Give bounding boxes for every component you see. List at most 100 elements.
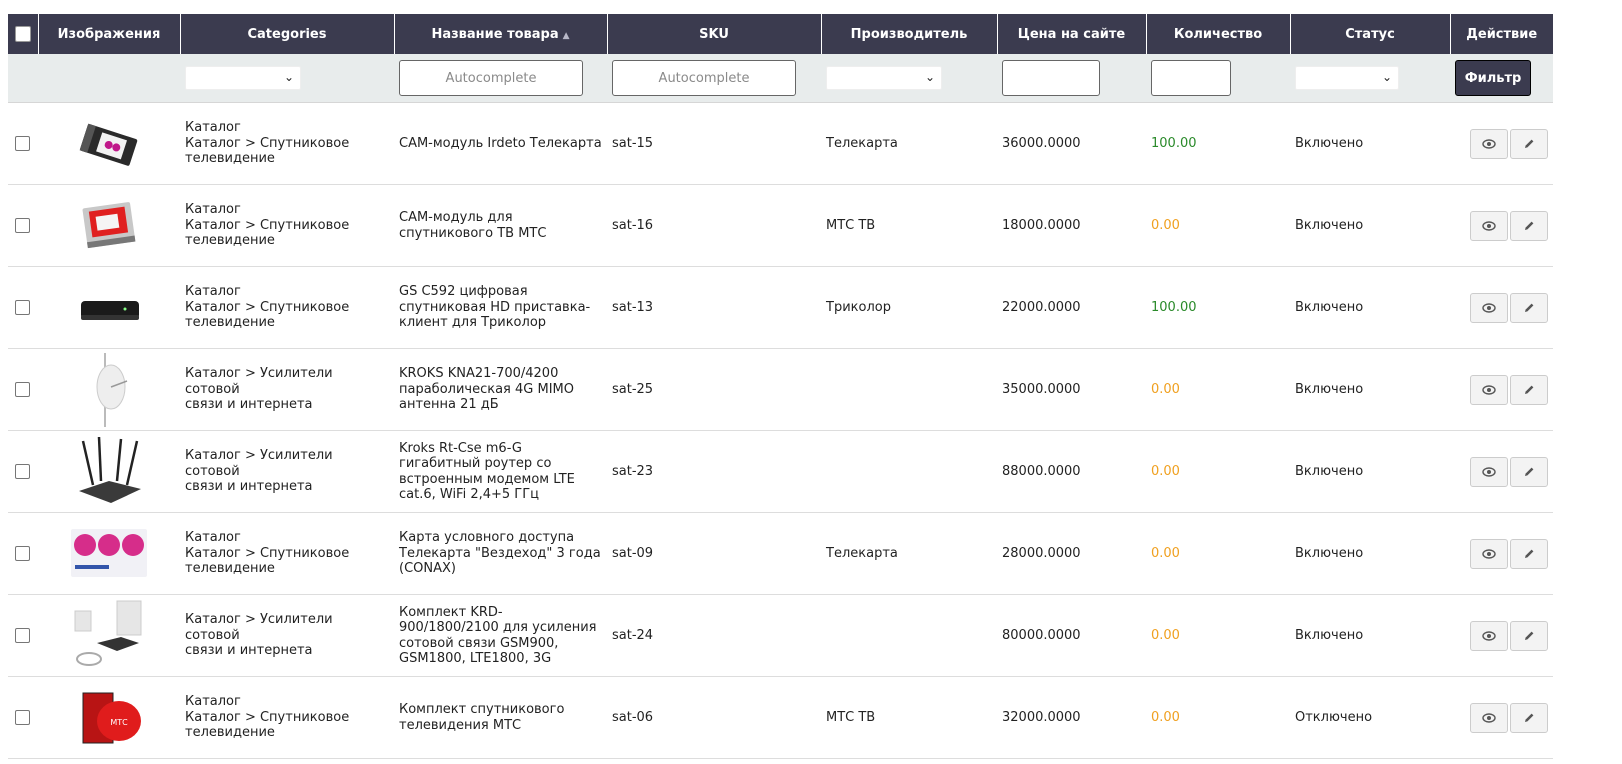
edit-button[interactable] <box>1510 702 1548 733</box>
eye-icon <box>1482 302 1496 313</box>
table-row: МТС Каталог Каталог > Спутниковое телеви… <box>8 676 1553 759</box>
row-sku: sat-09 <box>607 512 821 595</box>
row-checkbox[interactable] <box>15 381 30 397</box>
row-status: Включено <box>1290 102 1450 185</box>
row-name: KROKS KNA21-700/4200 параболическая 4G M… <box>394 348 607 431</box>
row-price: 88000.0000 <box>997 430 1146 513</box>
category-line: Каталог > Спутниковое <box>185 135 350 151</box>
category-line: телевидение <box>185 233 275 249</box>
category-line: Каталог > Спутниковое <box>185 709 350 725</box>
category-line: Каталог <box>185 694 241 710</box>
eye-icon <box>1482 630 1496 641</box>
row-manufacturer: МТС ТВ <box>821 184 997 267</box>
row-checkbox[interactable] <box>15 299 30 315</box>
row-select-cell <box>8 184 38 267</box>
table-row: Каталог Каталог > Спутниковое телевидени… <box>8 102 1553 185</box>
pencil-icon <box>1525 713 1534 722</box>
col-images: Изображения <box>38 14 181 54</box>
row-status: Отключено <box>1290 676 1450 759</box>
edit-button[interactable] <box>1510 292 1548 323</box>
row-actions <box>1450 430 1553 513</box>
row-actions <box>1450 676 1553 759</box>
view-button[interactable] <box>1470 702 1508 733</box>
col-name[interactable]: Название товара ▲ <box>394 14 608 54</box>
table-row: Каталог > Усилители сотовой связи и инте… <box>8 594 1553 677</box>
category-line: телевидение <box>185 151 275 167</box>
eye-icon <box>1482 466 1496 477</box>
quantity-filter-input[interactable] <box>1151 60 1231 96</box>
pencil-icon <box>1525 631 1534 640</box>
row-price: 22000.0000 <box>997 266 1146 349</box>
view-button[interactable] <box>1470 374 1508 405</box>
manufacturer-filter-select[interactable]: ⌄ <box>826 66 942 90</box>
table-row: Каталог > Усилители сотовой связи и инте… <box>8 430 1553 513</box>
set-top-box-icon <box>43 269 175 347</box>
sku-filter-input[interactable]: Autocomplete <box>612 60 796 96</box>
pencil-icon <box>1525 221 1534 230</box>
status-filter-select[interactable]: ⌄ <box>1295 66 1399 90</box>
row-quantity: 100.00 <box>1146 102 1290 185</box>
sort-asc-icon: ▲ <box>562 30 570 41</box>
category-line: телевидение <box>185 315 275 331</box>
select-all-checkbox[interactable] <box>14 26 31 42</box>
col-quantity: Количество <box>1146 14 1291 54</box>
row-categories: Каталог Каталог > Спутниковое телевидени… <box>180 102 394 185</box>
satellite-kit-icon: МТС <box>43 679 175 757</box>
table-header: Изображения Categories Название товара ▲ … <box>8 14 1553 54</box>
view-button[interactable] <box>1470 210 1508 241</box>
name-filter-input[interactable]: Autocomplete <box>399 60 583 96</box>
row-sku: sat-06 <box>607 676 821 759</box>
view-button[interactable] <box>1470 292 1508 323</box>
view-button[interactable] <box>1470 456 1508 487</box>
row-actions <box>1450 348 1553 431</box>
row-status: Включено <box>1290 594 1450 677</box>
row-select-cell <box>8 512 38 595</box>
category-filter-select[interactable]: ⌄ <box>185 66 301 90</box>
pencil-icon <box>1525 385 1534 394</box>
price-filter-input[interactable] <box>1002 60 1100 96</box>
row-actions <box>1450 266 1553 349</box>
chevron-down-icon: ⌄ <box>924 70 935 84</box>
edit-button[interactable] <box>1510 374 1548 405</box>
category-line: Каталог <box>185 202 241 218</box>
row-checkbox[interactable] <box>15 217 30 233</box>
filter-status-cell: ⌄ <box>1290 54 1450 103</box>
row-quantity: 0.00 <box>1146 676 1290 759</box>
edit-button[interactable] <box>1510 128 1548 159</box>
row-price: 80000.0000 <box>997 594 1146 677</box>
row-name: Комплект KRD-900/1800/2100 для усиления … <box>394 594 607 677</box>
filter-price-cell <box>997 54 1146 103</box>
filter-button[interactable]: Фильтр <box>1455 60 1531 96</box>
row-status: Включено <box>1290 512 1450 595</box>
filter-name-cell: Autocomplete <box>394 54 607 103</box>
edit-button[interactable] <box>1510 210 1548 241</box>
category-line: связи и интернета <box>185 397 313 413</box>
edit-button[interactable] <box>1510 620 1548 651</box>
row-checkbox[interactable] <box>15 463 30 479</box>
eye-icon <box>1482 712 1496 723</box>
col-categories: Categories <box>180 14 395 54</box>
row-checkbox[interactable] <box>15 627 30 643</box>
row-checkbox[interactable] <box>15 709 30 725</box>
row-select-cell <box>8 348 38 431</box>
select-all-cell[interactable] <box>8 14 39 54</box>
antenna-icon <box>43 351 175 429</box>
row-checkbox[interactable] <box>15 135 30 151</box>
router-icon <box>43 433 175 511</box>
filter-sku-cell: Autocomplete <box>607 54 821 103</box>
row-image-cell: МТС <box>38 676 180 759</box>
table-row: Каталог > Усилители сотовой связи и инте… <box>8 348 1553 431</box>
col-name-label[interactable]: Название товара <box>431 27 558 42</box>
row-sku: sat-25 <box>607 348 821 431</box>
view-button[interactable] <box>1470 538 1508 569</box>
row-categories: Каталог Каталог > Спутниковое телевидени… <box>180 676 394 759</box>
view-button[interactable] <box>1470 128 1508 159</box>
filter-empty <box>38 54 180 103</box>
view-button[interactable] <box>1470 620 1508 651</box>
edit-button[interactable] <box>1510 456 1548 487</box>
row-price: 32000.0000 <box>997 676 1146 759</box>
row-checkbox[interactable] <box>15 545 30 561</box>
category-line: Каталог > Спутниковое <box>185 217 350 233</box>
col-price: Цена на сайте <box>997 14 1147 54</box>
edit-button[interactable] <box>1510 538 1548 569</box>
